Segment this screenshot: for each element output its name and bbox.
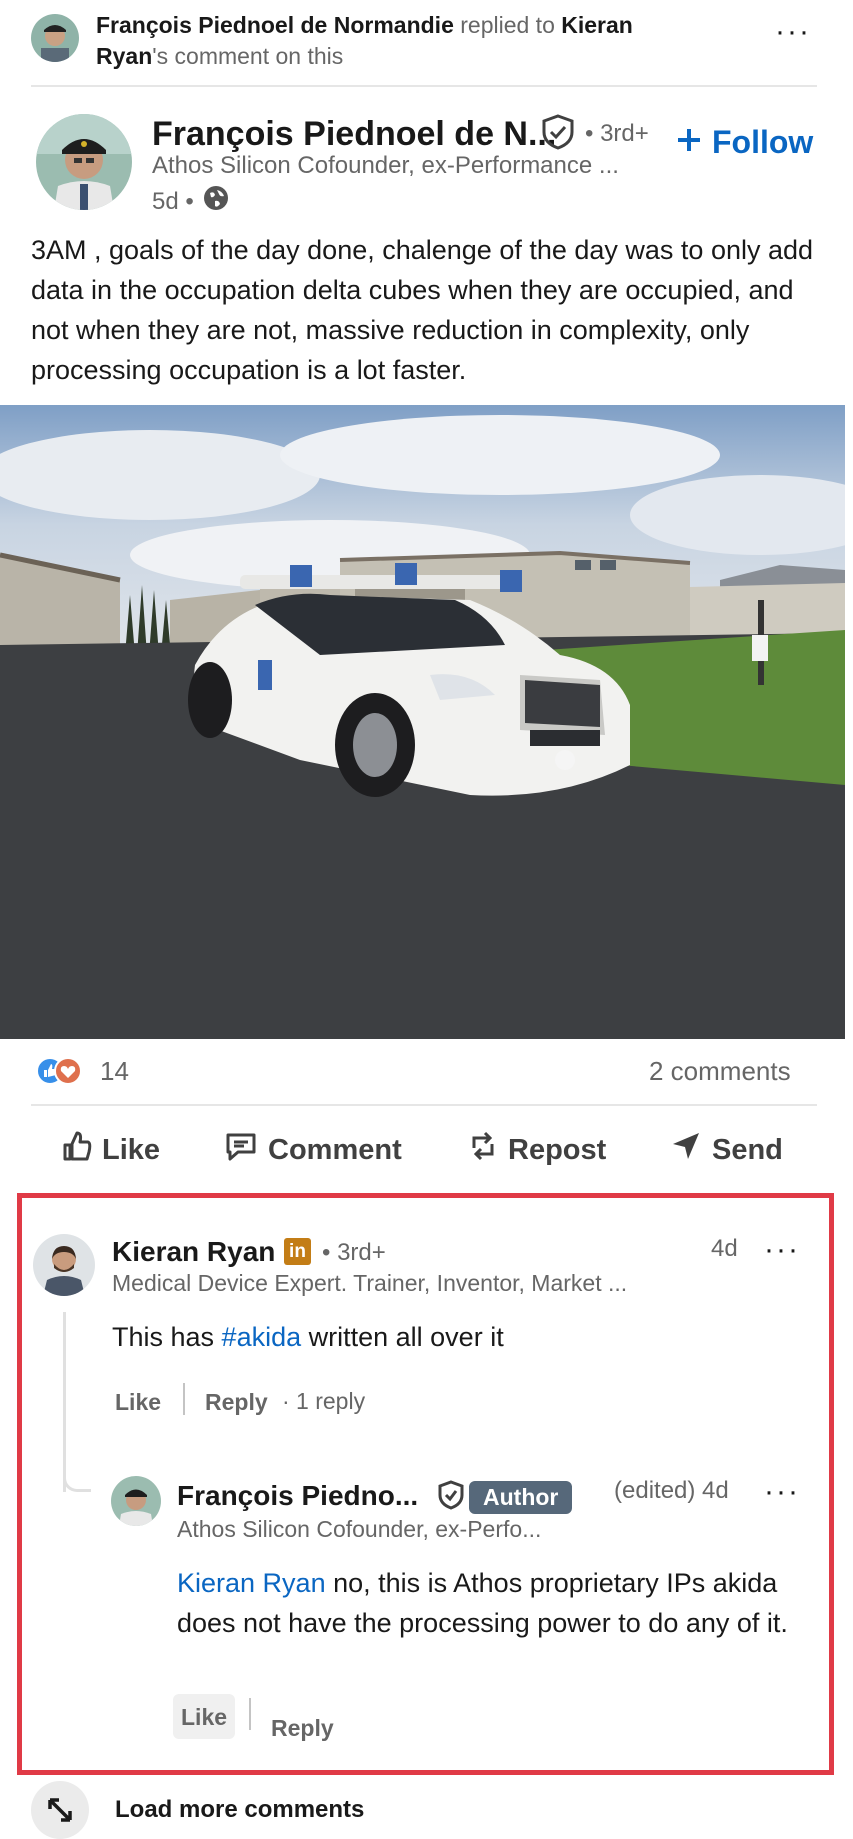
like-button[interactable]: Like — [62, 1130, 160, 1170]
commenter-headline: Medical Device Expert. Trainer, Inventor… — [112, 1270, 628, 1296]
load-more-comments-button[interactable]: Load more comments — [115, 1796, 364, 1824]
comment-text-after: written all over it — [301, 1322, 504, 1352]
activity-notice: François Piednoel de Normandie replied t… — [96, 10, 696, 72]
plus-icon — [676, 124, 702, 161]
comments-count-link[interactable]: 2 comments — [649, 1056, 791, 1087]
reaction-icons — [36, 1055, 92, 1087]
like-label: Like — [102, 1133, 161, 1166]
verified-shield-icon — [438, 1480, 464, 1515]
expand-arrows-icon[interactable] — [31, 1781, 89, 1839]
commenter-avatar[interactable] — [33, 1234, 95, 1296]
reply-like-button[interactable]: Like — [173, 1694, 236, 1739]
comment-time: 4d — [711, 1235, 738, 1262]
notice-actor[interactable]: François Piednoel de Normandie — [96, 12, 454, 38]
notice-suffix: 's comment on this — [152, 43, 344, 69]
post-author-name[interactable]: François Piednoel de N... — [152, 112, 556, 156]
notice-more-icon[interactable]: ··· — [775, 17, 811, 47]
thread-line — [63, 1312, 66, 1492]
send-paper-plane-icon — [670, 1130, 702, 1170]
divider — [31, 85, 817, 87]
post-text: 3AM , goals of the day done, chalenge of… — [31, 235, 814, 385]
thumbs-up-icon — [62, 1130, 92, 1170]
send-label: Send — [712, 1133, 783, 1166]
comment-button[interactable]: Comment — [224, 1130, 402, 1170]
post-image[interactable] — [0, 405, 845, 1039]
globe-icon — [202, 184, 230, 219]
verified-shield-icon — [541, 114, 575, 150]
reply-time: (edited) 4d — [614, 1477, 729, 1504]
linkedin-premium-icon: in — [284, 1238, 311, 1265]
comment-label: Comment — [268, 1133, 402, 1166]
send-button[interactable]: Send — [670, 1130, 783, 1170]
hashtag-link[interactable]: #akida — [222, 1322, 302, 1352]
action-separator — [183, 1383, 185, 1415]
reply-reply-button[interactable]: Reply — [271, 1715, 334, 1742]
reply-text: Kieran Ryan no, this is Athos proprietar… — [177, 1563, 807, 1643]
replies-count[interactable]: · 1 reply — [282, 1388, 365, 1415]
reply-more-icon[interactable]: ··· — [764, 1477, 800, 1507]
notice-avatar[interactable] — [31, 14, 79, 62]
reaction-count: 14 — [100, 1055, 129, 1086]
notice-verb: replied to — [453, 12, 562, 38]
comment-like-button[interactable]: Like — [115, 1389, 161, 1416]
post-time-text: 5d • — [152, 187, 194, 215]
post-action-bar: Like Comment Repost Send — [0, 1130, 853, 1186]
follow-button[interactable]: Follow — [676, 124, 813, 161]
mention-link[interactable]: Kieran Ryan — [177, 1568, 326, 1598]
commenter-degree: • 3rd+ — [322, 1239, 386, 1266]
reactions-summary[interactable]: 14 — [36, 1055, 129, 1087]
comment-text: This has #akida written all over it — [112, 1317, 504, 1357]
replier-name[interactable]: François Piedno... — [177, 1480, 418, 1512]
thread-connector — [63, 1470, 91, 1492]
commenter-name[interactable]: Kieran Ryan — [112, 1236, 275, 1268]
repost-button[interactable]: Repost — [468, 1130, 606, 1170]
post-timestamp: 5d • — [152, 184, 230, 219]
comment-reply-button[interactable]: Reply — [205, 1389, 268, 1416]
action-separator — [249, 1698, 251, 1730]
post-author-avatar[interactable] — [36, 114, 132, 210]
replier-headline: Athos Silicon Cofounder, ex-Perfo... — [177, 1516, 542, 1542]
repost-label: Repost — [508, 1133, 607, 1166]
divider — [31, 1104, 817, 1106]
author-badge: Author — [469, 1481, 573, 1514]
comment-more-icon[interactable]: ··· — [764, 1235, 800, 1265]
replier-avatar[interactable] — [111, 1476, 161, 1526]
post-author-headline: Athos Silicon Cofounder, ex-Performance … — [152, 152, 619, 179]
repost-arrows-icon — [468, 1130, 498, 1170]
comment-text-before: This has — [112, 1322, 222, 1352]
connection-degree: • 3rd+ — [585, 120, 649, 147]
comment-bubble-icon — [224, 1130, 258, 1170]
follow-label: Follow — [712, 124, 814, 160]
